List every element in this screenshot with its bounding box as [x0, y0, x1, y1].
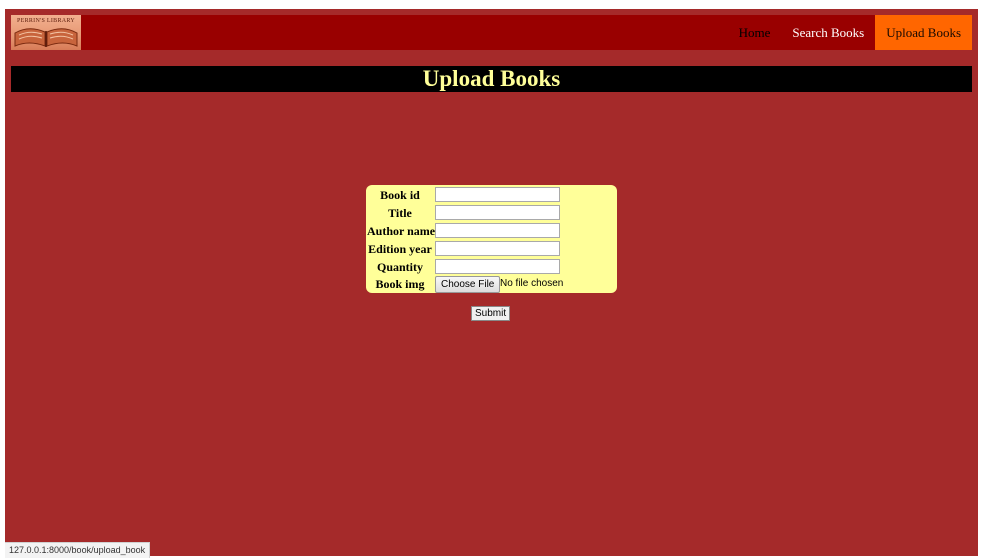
- edition-year-input[interactable]: [435, 241, 560, 256]
- form-row-author-name: Author name: [366, 222, 617, 240]
- nav-upload-books-link[interactable]: Upload Books: [875, 15, 972, 50]
- book-id-label: Book id: [380, 188, 420, 202]
- form-row-edition-year: Edition year: [366, 240, 617, 258]
- file-status-text: No file chosen: [500, 278, 564, 289]
- upload-form: Book id Title Author name Edition year Q…: [366, 185, 617, 293]
- form-row-quantity: Quantity: [366, 258, 617, 276]
- page-header: Upload Books: [11, 66, 972, 92]
- status-bar-url: 127.0.0.1:8000/book/upload_book: [5, 542, 151, 558]
- form-row-title: Title: [366, 204, 617, 222]
- form-row-book-id: Book id: [366, 186, 617, 204]
- nav-home-link[interactable]: Home: [728, 15, 782, 50]
- edition-year-label: Edition year: [368, 242, 432, 256]
- title-label: Title: [388, 206, 412, 220]
- nav-search-books-link[interactable]: Search Books: [781, 15, 875, 50]
- page-viewport: PERRIN'S LIBRARY Home Search Books Uploa…: [5, 9, 978, 556]
- submit-button[interactable]: Submit: [471, 306, 511, 321]
- quantity-label: Quantity: [376, 260, 423, 274]
- choose-file-button[interactable]: Choose File: [435, 276, 501, 293]
- title-input[interactable]: [435, 205, 560, 220]
- author-name-label: Author name: [367, 224, 436, 238]
- logo-text: PERRIN'S LIBRARY: [16, 18, 76, 24]
- page-title: Upload Books: [422, 66, 561, 91]
- site-logo[interactable]: PERRIN'S LIBRARY: [11, 15, 81, 50]
- author-name-input[interactable]: [435, 223, 560, 238]
- book-img-label: Book img: [375, 277, 425, 291]
- nav-links: Home Search Books Upload Books: [728, 15, 972, 50]
- navbar: PERRIN'S LIBRARY Home Search Books Uploa…: [11, 15, 972, 50]
- quantity-input[interactable]: [435, 259, 560, 274]
- book-id-input[interactable]: [435, 187, 560, 202]
- form-row-book-img: Book img Choose File No file chosen: [366, 275, 617, 293]
